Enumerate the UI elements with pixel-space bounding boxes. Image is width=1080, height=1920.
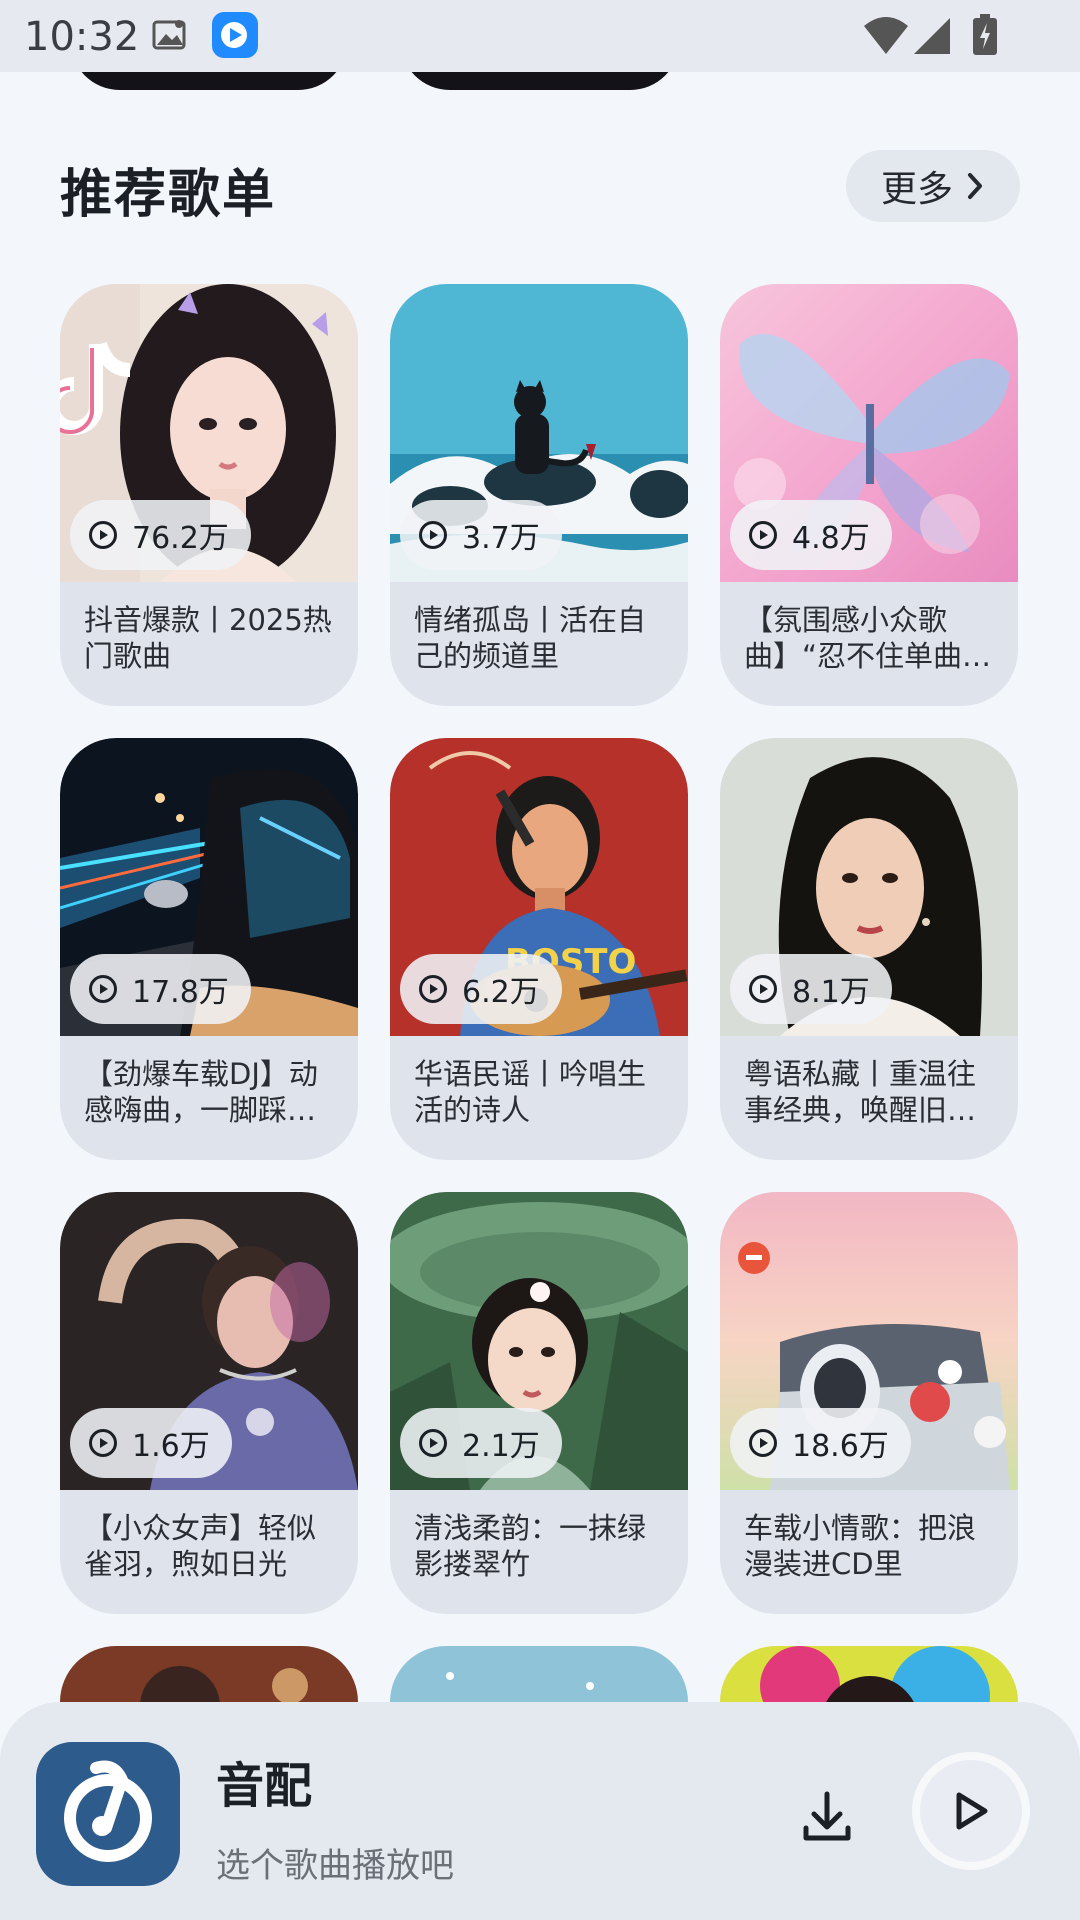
player-title: 音配 xyxy=(216,1758,313,1814)
status-bar: 10:32 xyxy=(0,0,1080,72)
playlist-title: 情绪孤岛丨活在自己的频道里 xyxy=(414,603,647,673)
play-count-badge: 17.8万 xyxy=(70,954,251,1024)
playlist-card[interactable]: 18.6万 车载小情歌：把浪漫装进CD里 xyxy=(720,1192,1018,1614)
play-count-badge: 4.8万 xyxy=(730,500,892,570)
status-time: 10:32 xyxy=(24,14,140,60)
battery-charging-icon xyxy=(973,14,997,55)
play-count-badge: 3.7万 xyxy=(400,500,562,570)
play-count-badge: 18.6万 xyxy=(730,1408,911,1478)
play-button[interactable] xyxy=(912,1752,1030,1870)
app-tv-icon xyxy=(212,12,258,58)
playlist-card[interactable]: BOSTO 6.2万 华语民谣丨吟唱生活的诗人 xyxy=(390,738,688,1160)
more-button[interactable]: 更多 xyxy=(846,150,1020,222)
chevron-right-icon xyxy=(968,173,982,199)
play-count-badge: 8.1万 xyxy=(730,954,892,1024)
mini-player[interactable]: 音配 选个歌曲播放吧 xyxy=(0,1702,1080,1920)
playlist-card[interactable]: 2.1万 清浅柔韵：一抹绿影搂翠竹 xyxy=(390,1192,688,1614)
playlist-card[interactable]: 1.6万 【小众女声】轻似雀羽，煦如日光 xyxy=(60,1192,358,1614)
signal-icon xyxy=(914,18,950,54)
play-count-badge: 6.2万 xyxy=(400,954,562,1024)
playlist-title: 华语民谣丨吟唱生活的诗人 xyxy=(414,1057,647,1127)
playlist-card[interactable]: 8.1万 粤语私藏丨重温往事经典，唤醒旧… xyxy=(720,738,1018,1160)
playlist-title: 车载小情歌：把浪漫装进CD里 xyxy=(744,1511,977,1581)
player-subtitle: 选个歌曲播放吧 xyxy=(216,1846,454,1886)
playlist-card[interactable]: 4.8万 【氛围感小众歌曲】“忍不住单曲… xyxy=(720,284,1018,706)
playlist-card[interactable]: 76.2万 抖音爆款丨2025热门歌曲 xyxy=(60,284,358,706)
download-icon[interactable] xyxy=(796,1786,858,1848)
playlist-title: 粤语私藏丨重温往事经典，唤醒旧… xyxy=(744,1057,977,1127)
playlist-card[interactable]: 17.8万 【劲爆车载DJ】动感嗨曲，一脚踩… xyxy=(60,738,358,1160)
section-title: 推荐歌单 xyxy=(60,165,277,225)
play-count-badge: 1.6万 xyxy=(70,1408,232,1478)
play-circle-icon xyxy=(419,1429,447,1457)
playlist-title: 【氛围感小众歌曲】“忍不住单曲… xyxy=(744,603,992,673)
play-circle-icon xyxy=(89,1429,117,1457)
play-circle-icon xyxy=(89,521,117,549)
play-count: 3.7万 xyxy=(462,521,540,556)
play-circle-icon xyxy=(749,521,777,549)
app-logo-icon xyxy=(36,1742,180,1886)
play-icon xyxy=(956,1792,988,1830)
playlist-title: 抖音爆款丨2025热门歌曲 xyxy=(84,603,332,673)
playlist-card[interactable]: 3.7万 情绪孤岛丨活在自己的频道里 xyxy=(390,284,688,706)
play-count: 76.2万 xyxy=(132,521,229,556)
play-count: 2.1万 xyxy=(462,1429,540,1464)
wifi-icon xyxy=(864,17,908,54)
play-circle-icon xyxy=(749,975,777,1003)
more-label: 更多 xyxy=(880,169,953,210)
gallery-icon xyxy=(152,20,186,50)
play-count: 17.8万 xyxy=(132,975,229,1010)
play-count-badge: 76.2万 xyxy=(70,500,251,570)
play-count: 1.6万 xyxy=(132,1429,210,1464)
play-circle-icon xyxy=(419,521,447,549)
play-circle-icon xyxy=(419,975,447,1003)
play-count-badge: 2.1万 xyxy=(400,1408,562,1478)
playlist-title: 清浅柔韵：一抹绿影搂翠竹 xyxy=(414,1511,647,1581)
playlist-title: 【劲爆车载DJ】动感嗨曲，一脚踩… xyxy=(84,1057,318,1127)
playlist-title: 【小众女声】轻似雀羽，煦如日光 xyxy=(84,1511,317,1581)
play-count: 18.6万 xyxy=(792,1429,889,1464)
play-count: 6.2万 xyxy=(462,975,540,1010)
play-circle-icon xyxy=(749,1429,777,1457)
play-count: 4.8万 xyxy=(792,521,870,556)
play-circle-icon xyxy=(89,975,117,1003)
play-count: 8.1万 xyxy=(792,975,870,1010)
